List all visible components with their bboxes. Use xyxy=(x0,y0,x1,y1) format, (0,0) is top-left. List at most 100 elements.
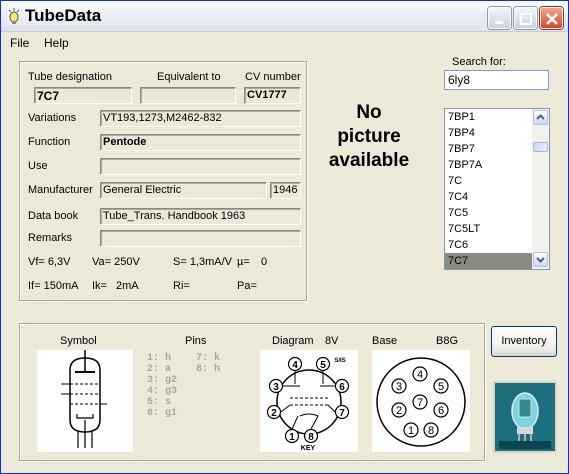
chevron-up-icon xyxy=(536,114,545,120)
cv-label: CV number xyxy=(245,71,301,83)
s-value: S= 1,3mA/V xyxy=(173,256,233,268)
diagram-pin-label: 5 xyxy=(320,360,326,371)
databook-field[interactable]: Tube_Trans. Handbook 1963 xyxy=(100,208,301,225)
diagram-code: 8V xyxy=(325,335,339,347)
list-item[interactable]: 7BP1 xyxy=(445,109,533,125)
cv-field[interactable]: CV1777 xyxy=(244,87,301,104)
menu-file[interactable]: File xyxy=(10,36,29,50)
search-label: Search for: xyxy=(452,56,506,68)
pinout-diagram-icon: 4 5 S/IS 3 6 2 7 1 8 KEY xyxy=(266,356,350,452)
minimize-button[interactable] xyxy=(488,7,511,29)
ri-label: Ri= xyxy=(173,280,190,292)
list-item[interactable]: 7C xyxy=(445,173,533,189)
list-item[interactable]: 7BP4 xyxy=(445,125,533,141)
search-input[interactable] xyxy=(444,70,549,90)
base-pin-label: 2 xyxy=(396,405,402,417)
maximize-button[interactable] xyxy=(514,7,537,29)
base-pin-label: 5 xyxy=(438,381,444,393)
manufacturer-label: Manufacturer xyxy=(28,184,93,196)
list-item[interactable]: 7C7 xyxy=(445,253,533,269)
window-title: TubeData xyxy=(25,6,102,25)
diagram-pin-label: 8 xyxy=(308,432,314,443)
equivalent-field[interactable] xyxy=(140,87,236,104)
list-item[interactable]: 7BP7 xyxy=(445,141,533,157)
ik-value: 2mA xyxy=(116,280,139,292)
equivalent-label: Equivalent to xyxy=(157,71,221,83)
databook-label: Data book xyxy=(28,210,79,222)
diagram-pin-label: 7 xyxy=(339,408,345,419)
tube-listbox[interactable]: 7BP1 7BP4 7BP7 7BP7A 7C 7C4 7C5 7C5LT 7C6 7C7 xyxy=(444,108,550,270)
mu-value: 0 xyxy=(261,256,268,268)
base-pin-label: 1 xyxy=(408,425,414,437)
base-pin-label: 6 xyxy=(438,405,444,417)
diagram-pin-label: KEY xyxy=(301,445,316,452)
scroll-up-button[interactable] xyxy=(533,110,548,125)
diagram-pin-label: 4 xyxy=(292,360,298,371)
symbol-label: Symbol xyxy=(60,335,97,347)
diagram-pin-label: 2 xyxy=(271,408,277,419)
pinout-diagram-image: 4 5 S/IS 3 6 2 7 1 8 KEY xyxy=(260,350,358,452)
base-code: B8G xyxy=(436,335,459,347)
base-socket-icon: 3 4 5 2 6 1 8 7 xyxy=(376,357,466,447)
pa-label: Pa= xyxy=(237,280,257,292)
list-scrollbar[interactable] xyxy=(532,109,549,269)
pin-entry: 3: g2 xyxy=(147,375,178,386)
minimize-icon xyxy=(495,21,503,24)
if-value: If= 150mA xyxy=(28,280,79,292)
list-item[interactable]: 7C6 xyxy=(445,237,533,253)
year-field[interactable]: 1946 xyxy=(270,182,301,199)
use-field[interactable] xyxy=(100,158,301,175)
base-label: Base xyxy=(372,335,398,347)
list-item[interactable]: 7C5LT xyxy=(445,221,533,237)
tube-photo-thumbnail[interactable] xyxy=(493,381,557,453)
scroll-down-button[interactable] xyxy=(533,252,548,267)
remarks-label: Remarks xyxy=(28,232,73,244)
designation-label: Tube designation xyxy=(28,71,112,83)
diagram-pin-label: 1 xyxy=(289,432,295,443)
base-image: 3 4 5 2 6 1 8 7 xyxy=(372,350,470,452)
no-picture-line1: No xyxy=(356,102,382,123)
inventory-button[interactable]: Inventory xyxy=(491,326,557,357)
pin-entry: 2: a xyxy=(147,364,172,375)
pin-entry: 1: h xyxy=(147,353,172,364)
pin-entry: 7: k xyxy=(196,353,221,364)
close-icon xyxy=(546,13,558,25)
tube-app-icon xyxy=(8,8,20,24)
maximize-icon xyxy=(520,13,532,25)
designation-field[interactable]: 7C7 xyxy=(34,87,132,104)
use-label: Use xyxy=(28,160,48,172)
close-button[interactable] xyxy=(540,7,563,29)
variations-field[interactable]: VT193,1273,M2462-832 xyxy=(100,110,301,127)
no-picture-placeholder: No picture available xyxy=(319,101,419,173)
tube-data-group: Tube designation Equivalent to CV number… xyxy=(19,61,307,301)
pins-label: Pins xyxy=(185,335,207,347)
list-item[interactable]: 7C4 xyxy=(445,189,533,205)
pentode-symbol-icon xyxy=(61,350,107,448)
menu-bar: File Help xyxy=(1,33,568,53)
variations-label: Variations xyxy=(28,112,77,124)
function-field[interactable]: Pentode xyxy=(100,134,301,151)
scroll-thumb[interactable] xyxy=(533,142,548,152)
list-item[interactable]: 7BP7A xyxy=(445,157,533,173)
no-picture-line3: available xyxy=(328,150,410,171)
diagram-pin-label: S/IS xyxy=(334,358,345,364)
base-pin-label: 3 xyxy=(396,381,402,393)
diagram-group: Symbol Pins Diagram 8V Base B8G 1: h 2: … xyxy=(19,323,485,461)
base-pin-label: 4 xyxy=(417,369,423,381)
va-value: Va= 250V xyxy=(92,256,140,268)
ik-label: Ik= xyxy=(92,280,107,292)
vf-value: Vf= 6,3V xyxy=(28,256,71,268)
remarks-field[interactable] xyxy=(100,230,301,247)
diagram-pin-label: 6 xyxy=(339,382,345,393)
pins-list-right: 7: k 8: h xyxy=(196,353,220,375)
pin-entry: 4: g3 xyxy=(147,386,178,397)
tube-symbol-image xyxy=(37,350,133,452)
menu-help[interactable]: Help xyxy=(44,36,69,50)
pin-entry: 8: h xyxy=(196,364,221,375)
base-pin-label: 8 xyxy=(428,425,434,437)
function-label: Function xyxy=(28,136,71,148)
list-item[interactable]: 7C5 xyxy=(445,205,533,221)
chevron-down-icon xyxy=(536,257,545,263)
manufacturer-field[interactable]: General Electric xyxy=(100,182,267,199)
title-bar[interactable]: TubeData xyxy=(1,1,568,32)
